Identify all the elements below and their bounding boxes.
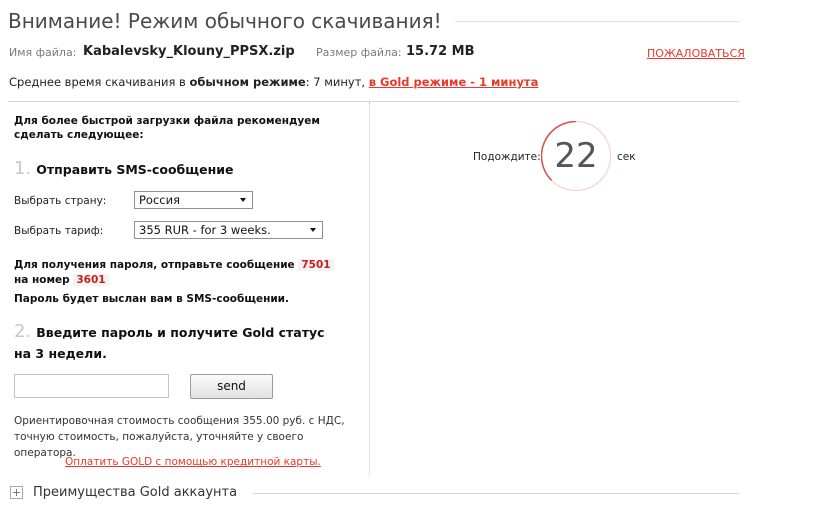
normal-mode-time: : 7 минут, xyxy=(305,75,366,89)
file-name-label: Имя файла: xyxy=(9,46,77,59)
sms-code: 7501 xyxy=(298,259,334,271)
password-sent-note: Пароль будет выслан вам в SMS-сообщении. xyxy=(14,293,290,305)
sms-number: 3601 xyxy=(73,274,109,286)
chevron-down-icon xyxy=(310,228,316,232)
countdown-label: Подождите: xyxy=(473,151,541,163)
avg-time-prefix: Среднее время скачивания в xyxy=(9,75,186,89)
average-download-time: Среднее время скачивания в обычном режим… xyxy=(9,75,538,89)
chevron-down-icon xyxy=(240,198,246,202)
step2-number: 2. xyxy=(14,321,32,342)
country-label: Выбрать страну: xyxy=(14,195,107,207)
pay-by-card-link[interactable]: Оплатить GOLD с помощью кредитной карты. xyxy=(65,456,321,468)
plus-box-icon[interactable] xyxy=(10,486,23,499)
tariff-select[interactable]: 355 RUR - for 3 weeks. xyxy=(134,221,323,239)
normal-mode-label: обычном режиме xyxy=(189,75,306,89)
password-input[interactable] xyxy=(14,374,169,398)
sms-text-2: на номер xyxy=(14,274,70,286)
step2-heading: 2. Введите пароль и получите Gold статус… xyxy=(14,322,344,364)
column-divider xyxy=(369,102,370,476)
bottom-divider xyxy=(253,493,739,494)
tariff-label: Выбрать тариф: xyxy=(14,225,104,237)
section-divider xyxy=(8,101,739,102)
country-select[interactable]: Россия xyxy=(134,191,253,209)
send-button[interactable]: send xyxy=(190,374,273,399)
step1-number: 1. xyxy=(14,158,32,179)
countdown-unit: сек xyxy=(617,151,636,163)
sms-text-1: Для получения пароля, отправьте сообщени… xyxy=(14,259,295,271)
step1-title: Отправить SMS-сообщение xyxy=(36,162,234,177)
step2-title: Введите пароль и получите Gold статус на… xyxy=(14,325,325,361)
page-title: Внимание! Режим обычного скачивания! xyxy=(8,9,442,33)
country-value: Россия xyxy=(139,193,181,207)
complain-link[interactable]: ПОЖАЛОВАТЬСЯ xyxy=(647,47,745,60)
file-name: Kabalevsky_Klouny_PPSX.zip xyxy=(83,44,295,59)
gold-advantages-toggle[interactable]: Преимущества Gold аккаунта xyxy=(33,485,237,500)
cost-note: Ориентировочная стоимость сообщения 355.… xyxy=(14,415,345,459)
tariff-value: 355 RUR - for 3 weeks. xyxy=(139,223,271,237)
gold-mode-link[interactable]: в Gold режиме - 1 минута xyxy=(369,75,539,89)
file-size: 15.72 MB xyxy=(406,44,475,59)
countdown-value: 22 xyxy=(554,136,598,176)
title-divider xyxy=(455,21,739,22)
step1-heading: 1. Отправить SMS-сообщение xyxy=(14,158,233,179)
recommendation-text: Для более быстрой загрузки файла рекомен… xyxy=(14,115,320,141)
sms-instructions: Для получения пароля, отправьте сообщени… xyxy=(14,258,344,288)
file-size-label: Размер файла: xyxy=(316,46,402,59)
